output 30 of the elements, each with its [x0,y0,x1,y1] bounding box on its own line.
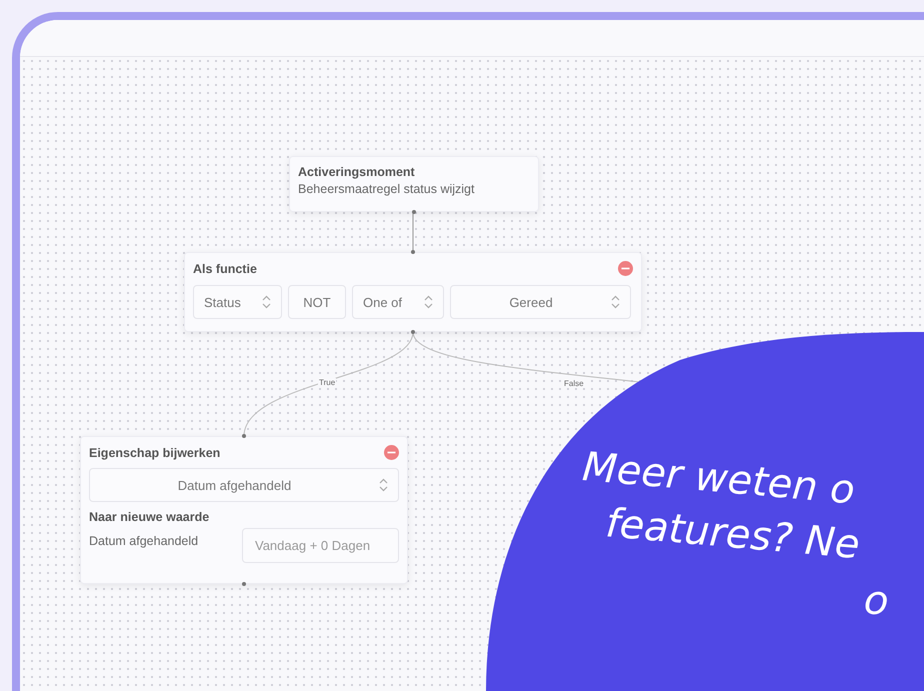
trigger-node[interactable]: Activeringsmoment Beheersmaatregel status wijzigt [289,156,539,212]
not-toggle[interactable]: NOT [288,285,346,319]
node-title: Activeringsmoment [298,165,416,179]
node-title: Als functie [193,262,257,276]
node-subtitle: Beheersmaatregel status wijzigt [298,182,476,196]
remove-icon[interactable] [618,261,633,276]
select-field[interactable]: One of [352,285,444,319]
promo-text: Meer weten o features? Ne o [580,442,892,627]
connection-handle[interactable] [411,250,415,254]
connector-line [412,212,414,252]
up-down-chevron-icon [611,295,620,309]
edge-label: False [563,379,585,388]
up-down-chevron-icon [379,478,388,492]
connection-handle[interactable] [242,582,246,586]
up-down-chevron-icon [262,295,271,309]
section-title: Naar nieuwe waarde [89,510,210,524]
select-field[interactable]: Gereed [450,285,631,319]
condition-node[interactable]: Als functie Status NOT One of Gereed [184,252,642,332]
select-field[interactable]: Status [193,285,282,319]
edge-label: True [318,378,336,387]
action-node[interactable]: Eigenschap bijwerken Datum afgehandeld Naar nieuwe waarde Datum afgehandeld Vandaag + 0 Dagen [80,436,408,584]
connection-handle[interactable] [412,210,416,214]
field-label: Datum afgehandeld [89,534,198,548]
select-field[interactable]: Datum afgehandeld [89,468,399,502]
input-field[interactable]: Vandaag + 0 Dagen [242,528,399,563]
connection-handle[interactable] [411,330,415,334]
node-title: Eigenschap bijwerken [89,446,220,460]
up-down-chevron-icon [424,295,433,309]
remove-icon[interactable] [384,445,399,460]
connection-handle[interactable] [242,434,246,438]
